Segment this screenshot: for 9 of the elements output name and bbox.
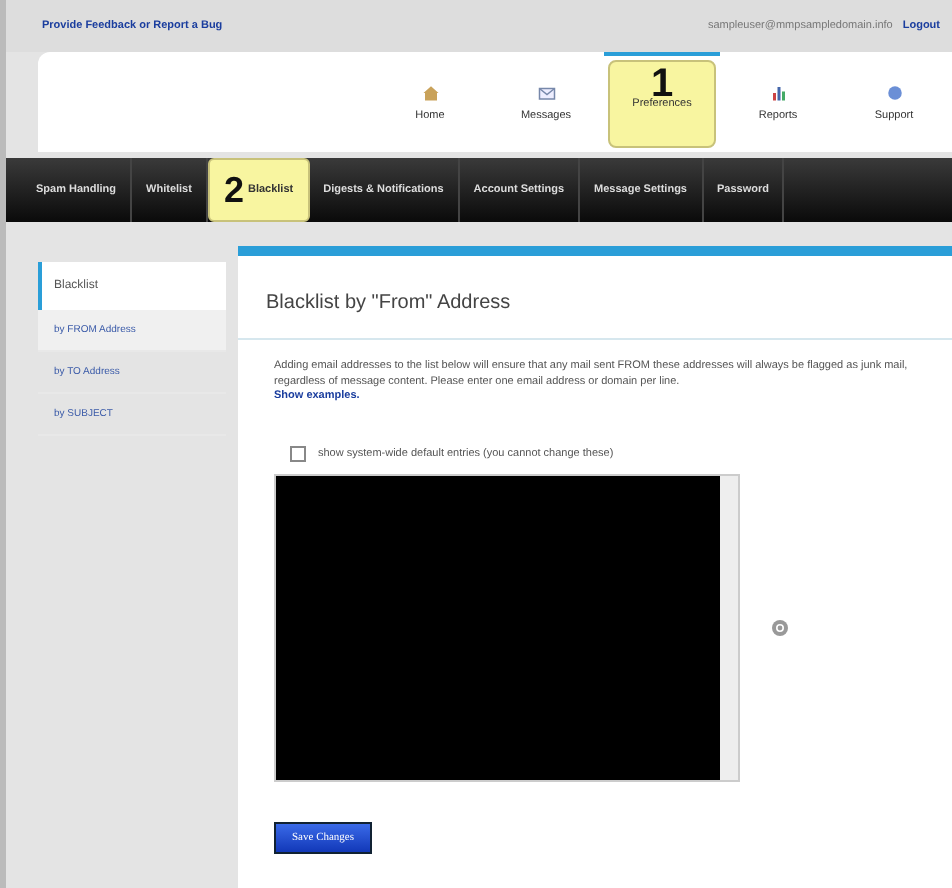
- scrollbar[interactable]: [720, 476, 738, 781]
- bar-chart-icon: [769, 83, 787, 101]
- panel-title: Blacklist by "From" Address: [238, 256, 952, 340]
- help-icon[interactable]: [772, 620, 788, 637]
- callout-number: 2: [223, 169, 244, 211]
- checkbox[interactable]: [290, 446, 306, 463]
- blacklist-text-area[interactable]: [274, 474, 740, 783]
- home-icon: [421, 83, 439, 101]
- envelope-icon: [537, 83, 555, 101]
